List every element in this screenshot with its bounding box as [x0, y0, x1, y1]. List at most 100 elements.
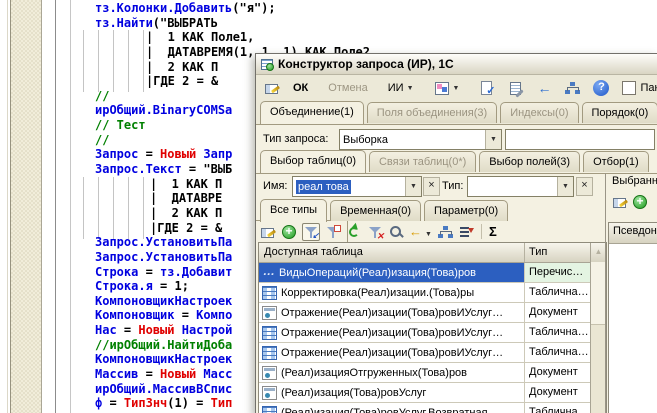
tab-Поля объединения(3)[interactable]: Поля объединения(3) [367, 102, 497, 123]
hierarchy-icon [564, 80, 580, 96]
table-row[interactable]: Отражение(Реал)изации(Това)ровИУслуг… Таб… [259, 323, 606, 343]
ok-button[interactable]: ОК [288, 78, 313, 98]
edit-form-icon [264, 80, 280, 96]
table-body: …ВидыОпераций(Реал)изация(Това)ровПеречи… [259, 263, 606, 413]
batch-panel-label: Панель паке [640, 82, 657, 94]
chevron-down-icon[interactable]: ▼ [485, 130, 501, 149]
column-header-type[interactable]: Тип [525, 243, 590, 262]
table-row[interactable]: …ВидыОпераций(Реал)изация(Това)ровПеречи… [259, 263, 606, 283]
table-name: ВидыОпераций(Реал)изация(Това)ров [279, 267, 476, 279]
chevron-down-icon[interactable]: ▼ [405, 177, 421, 196]
tab-Выбор полей(3)[interactable]: Выбор полей(3) [479, 151, 580, 172]
tab-Параметр(0)[interactable]: Параметр(0) [424, 200, 508, 221]
tree-view-button[interactable] [559, 78, 585, 98]
checkbox-unchecked[interactable] [622, 81, 636, 95]
cancel-button[interactable]: Отмена [323, 78, 372, 98]
screen: тз.Колонки.Добавить("я");тз.Найти("ВЫБРА… [0, 0, 657, 413]
form-settings-button[interactable] [259, 78, 285, 98]
table-row[interactable]: (Реал)изация(Това)ровУслугДокумент [259, 383, 606, 403]
name-filter-label: Имя: [263, 180, 287, 192]
table-type: Документ [525, 363, 590, 382]
back-arrow-icon: ← [537, 80, 551, 96]
code-line[interactable]: тз.Найти("ВЫБРАТЬ [0, 16, 657, 31]
filter-box-icon[interactable] [325, 224, 341, 240]
table-name: Отражение(Реал)изации(Това)ровИУслуг… [281, 327, 503, 339]
selected-tables-title: Выбранны [612, 175, 657, 187]
column-header-table[interactable]: Доступная таблица [259, 243, 525, 262]
tab-Индексы(0)[interactable]: Индексы(0) [500, 102, 578, 123]
dialog-app-icon [260, 57, 274, 71]
type-filter-input[interactable]: ▼ [467, 176, 574, 197]
refresh-icon[interactable] [346, 224, 362, 240]
selected-text: реал това [296, 180, 351, 194]
table-name: (Реал)изация(Това)ровУслуг.Возвратная… [281, 407, 499, 413]
settings-button[interactable] [503, 78, 529, 98]
table-row[interactable]: (Реал)изацияОтгруженных(Това)ровДокумент [259, 363, 606, 383]
edit-form-icon[interactable] [612, 194, 628, 210]
table-type: Таблична… [525, 283, 590, 302]
filter-edit-icon[interactable]: ↙ [302, 223, 320, 241]
table-name: (Реал)изация(Това)ровУслуг [281, 387, 426, 399]
table-type: Таблична… [525, 323, 590, 342]
tabular-section-icon [262, 286, 277, 300]
filter-clear-icon[interactable]: ✕ [367, 224, 383, 240]
tab-Выбор таблиц(0)[interactable]: Выбор таблиц(0) [260, 150, 366, 173]
tabular-section-icon [262, 406, 277, 413]
column-header-alias[interactable]: Псевдон [609, 223, 657, 244]
history-back-button[interactable]: ←▼ [409, 224, 432, 240]
sum-icon[interactable]: Σ [489, 224, 497, 239]
table-type: Таблична… [525, 343, 590, 362]
tab-Отбор(1)[interactable]: Отбор(1) [583, 151, 649, 172]
table-type: Таблична… [525, 403, 590, 413]
top-tabs: Объединение(1)Поля объединения(3)Индексы… [256, 101, 657, 123]
check-query-icon [479, 80, 495, 96]
batch-panel-toggle[interactable]: Панель паке [617, 78, 657, 98]
name-filter-input[interactable]: реал това ▼ [292, 176, 422, 197]
document-icon [262, 366, 277, 380]
selected-tables-list[interactable]: Псевдон [608, 222, 657, 413]
selected-tables-toolbar [612, 194, 648, 210]
clear-name-filter-button[interactable]: × [423, 177, 440, 196]
tab-Объединение(1)[interactable]: Объединение(1) [260, 101, 364, 124]
table-row[interactable]: Корректировка(Реал)изации.(Това)рыТаблич… [259, 283, 606, 303]
back-button[interactable]: ← [532, 78, 556, 98]
scroll-up-icon[interactable]: ▲ [591, 243, 606, 263]
panel-splitter[interactable] [605, 173, 606, 413]
code-line[interactable]: | 1 КАК Поле1, [0, 30, 657, 45]
help-button[interactable]: ? [588, 78, 614, 98]
code-line[interactable]: тз.Колонки.Добавить("я"); [0, 1, 657, 16]
sorted-list-icon[interactable] [458, 224, 474, 240]
tables-tabs: Выбор таблиц(0)Связи таблиц(0*)Выбор пол… [256, 150, 649, 172]
chevron-down-icon: ▼ [407, 85, 414, 92]
picture-icon [434, 80, 450, 96]
picture-menu-button[interactable]: ▼ [429, 78, 465, 98]
tab-Временная(0)[interactable]: Временная(0) [330, 200, 421, 221]
tabular-section-icon [262, 326, 277, 340]
table-row[interactable]: (Реал)изация(Това)ровУслуг.Возвратная… Та… [259, 403, 606, 413]
vertical-scrollbar[interactable]: ▲ [590, 243, 606, 413]
dialog-titlebar[interactable]: Конструктор запроса (ИР), 1С [256, 54, 657, 75]
query-type-combobox[interactable]: Выборка ▼ [339, 129, 502, 150]
scrollbar-thumb[interactable] [591, 262, 606, 325]
query-name-field[interactable] [505, 129, 655, 150]
table-header[interactable]: Доступная таблица Тип [259, 243, 606, 263]
search-icon[interactable] [388, 224, 404, 240]
type-filter-label: Тип: [442, 180, 463, 192]
add-icon[interactable] [281, 224, 297, 240]
edit-form-icon[interactable] [260, 224, 276, 240]
check-query-button[interactable] [474, 78, 500, 98]
enum-icon: … [262, 267, 275, 279]
ii-menu-button[interactable]: ИИ▼ [383, 78, 419, 98]
chevron-down-icon: ▼ [453, 85, 460, 92]
table-row[interactable]: Отражение(Реал)изации(Това)ровИУслуг…Таб… [259, 343, 606, 363]
tab-Связи таблиц(0*)[interactable]: Связи таблиц(0*) [369, 151, 476, 172]
available-tables-list: Доступная таблица Тип … ВидыОпераций(Реал… [258, 242, 607, 413]
table-row[interactable]: Отражение(Реал)изации(Това)ровИУслуг…Док… [259, 303, 606, 323]
clear-type-filter-button[interactable]: × [576, 177, 593, 196]
chevron-down-icon[interactable]: ▼ [557, 177, 573, 196]
tab-Порядок(0)[interactable]: Порядок(0) [582, 102, 657, 123]
hierarchy-icon[interactable] [437, 224, 453, 240]
add-icon[interactable] [632, 194, 648, 210]
table-name: Отражение(Реал)изации(Това)ровИУслуг… [281, 307, 503, 319]
tab-Все типы[interactable]: Все типы [260, 199, 327, 222]
